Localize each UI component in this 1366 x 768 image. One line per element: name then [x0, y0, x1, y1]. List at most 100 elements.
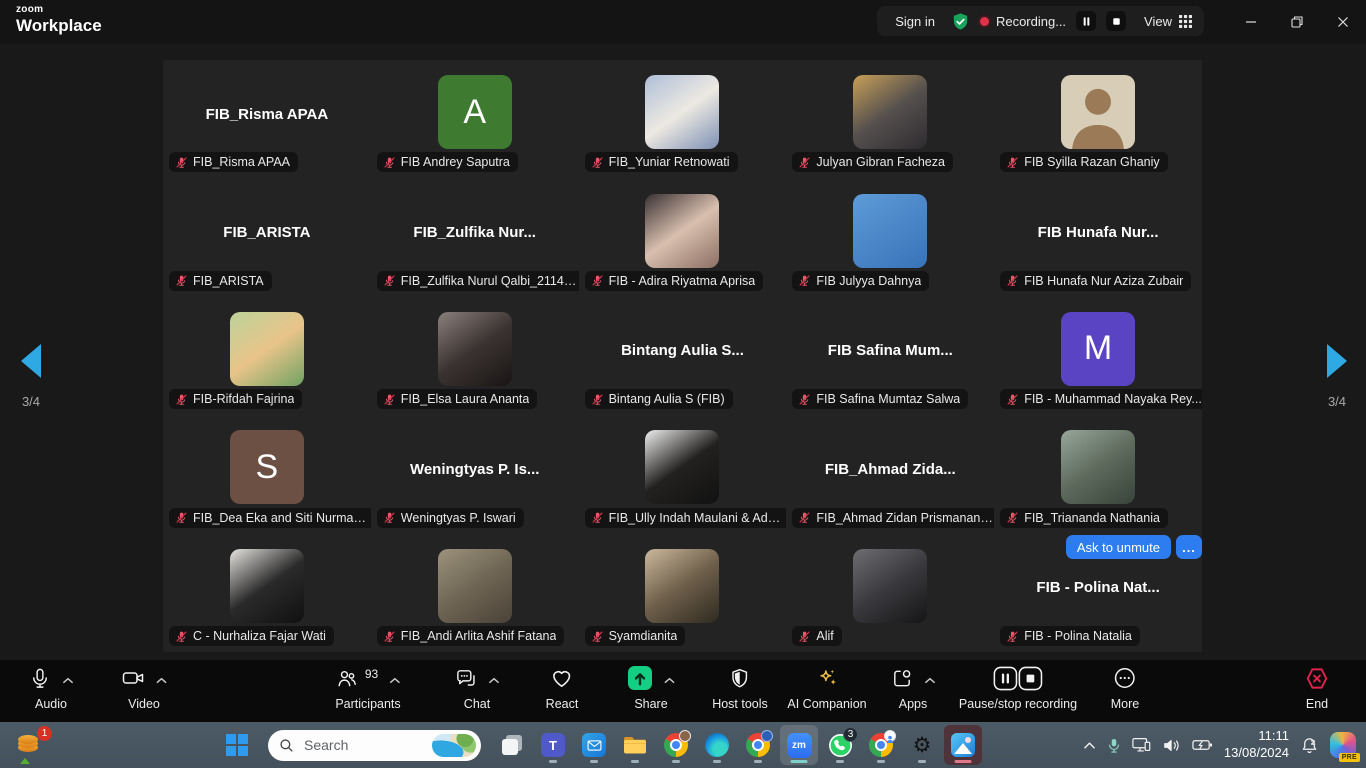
chrome-meet-taskbar-button[interactable] — [739, 725, 777, 765]
zoom-app-icon: zm — [787, 733, 812, 758]
sign-in-button[interactable]: Sign in — [889, 14, 941, 29]
search-highlight-image[interactable] — [432, 734, 476, 757]
participants-button[interactable]: 93Participants — [335, 667, 400, 711]
participant-nameplate: FIB_Ully Indah Maulani & Adel... — [585, 508, 787, 528]
end-button[interactable]: End — [1305, 667, 1330, 711]
host-tools-button[interactable]: Host tools — [712, 667, 768, 711]
participant-tile[interactable]: FIB_Ahmad Zida...FIB_Ahmad Zidan Prisman… — [786, 415, 994, 533]
next-page-button[interactable] — [1327, 344, 1347, 378]
more-label: More — [1111, 697, 1139, 711]
sparkles-icon — [815, 666, 839, 695]
participant-tile[interactable]: MFIB - Muhammad Nayaka Rey... — [994, 297, 1202, 415]
chrome-account-taskbar-button[interactable] — [862, 725, 900, 765]
chevron-up-icon[interactable] — [925, 677, 936, 684]
chevron-up-icon[interactable] — [664, 677, 675, 684]
participant-tile[interactable]: FIB_Ully Indah Maulani & Adel... — [579, 415, 787, 533]
taskbar-notification-icon[interactable]: 1 — [18, 729, 48, 761]
pause-recording-button[interactable] — [1076, 11, 1096, 31]
participant-tile[interactable]: FIB Safina Mum...FIB Safina Mumtaz Salwa — [786, 297, 994, 415]
mic-off-icon — [1006, 393, 1019, 406]
participant-nameplate: FIB Safina Mumtaz Salwa — [792, 389, 968, 409]
mic-off-icon — [175, 393, 188, 406]
participant-tile[interactable]: AFIB Andrey Saputra — [371, 60, 579, 178]
photos-taskbar-button[interactable] — [944, 725, 982, 765]
running-indicator — [590, 760, 598, 763]
chevron-up-icon[interactable] — [489, 677, 500, 684]
task-view-taskbar-button[interactable] — [493, 725, 531, 765]
participant-tile[interactable]: FIB - Adira Riyatma Aprisa — [579, 178, 787, 296]
participant-tile[interactable]: FIB_Elsa Laura Ananta — [371, 297, 579, 415]
participant-tile[interactable]: Alif — [786, 534, 994, 652]
mail-taskbar-button[interactable] — [575, 725, 613, 765]
avatar-letter: M — [1061, 312, 1135, 386]
participant-tile[interactable]: SFIB_Dea Eka and Siti Nurmasyi... — [163, 415, 371, 533]
edge-taskbar-button[interactable] — [698, 725, 736, 765]
share-button[interactable]: Share — [627, 667, 675, 711]
apps-label: Apps — [899, 697, 928, 711]
restore-button[interactable] — [1274, 0, 1320, 44]
stop-recording-button[interactable] — [1106, 11, 1126, 31]
search-input[interactable] — [302, 736, 416, 754]
settings-gear-taskbar-button[interactable]: ⚙ — [903, 725, 941, 765]
previous-page-button[interactable] — [21, 344, 41, 378]
participant-tile[interactable]: Julyan Gibran Facheza — [786, 60, 994, 178]
end-label: End — [1306, 697, 1328, 711]
ask-more-options-button[interactable]: ... — [1176, 535, 1202, 559]
participant-display-name: FIB_ARISTA — [223, 224, 310, 241]
participant-tile[interactable]: FIB Syilla Razan Ghaniy — [994, 60, 1202, 178]
mic-off-icon — [591, 156, 604, 169]
chrome-profile-taskbar-button[interactable] — [657, 725, 695, 765]
zoom-workplace-logo: zoom Workplace — [16, 5, 102, 34]
chevron-up-icon[interactable] — [389, 677, 400, 684]
tray-battery-icon[interactable] — [1192, 738, 1213, 752]
whatsapp-taskbar-button[interactable]: 3 — [821, 725, 859, 765]
react-button[interactable]: React — [546, 667, 579, 711]
taskbar-clock[interactable]: 11:11 13/08/2024 — [1224, 728, 1289, 762]
participant-tile[interactable]: FIB_Risma APAAFIB_Risma APAA — [163, 60, 371, 178]
participant-tile[interactable]: Syamdianita — [579, 534, 787, 652]
participant-tile[interactable]: FIB Hunafa Nur...FIB Hunafa Nur Aziza Zu… — [994, 178, 1202, 296]
ai-companion-button[interactable]: AI Companion — [787, 667, 866, 711]
minimize-button[interactable] — [1228, 0, 1274, 44]
ask-to-unmute-button[interactable]: Ask to unmute — [1066, 535, 1171, 559]
tray-volume-icon[interactable] — [1163, 738, 1181, 753]
mic-off-icon — [798, 393, 811, 406]
participant-tile[interactable]: FIB_Yuniar Retnowati — [579, 60, 787, 178]
mic-off-icon — [175, 274, 188, 287]
participant-tile[interactable]: FIB-Rifdah Fajrina — [163, 297, 371, 415]
notification-bell-icon[interactable] — [1300, 736, 1319, 755]
participant-tile[interactable]: FIB_Zulfika Nur...FIB_Zulfika Nurul Qalb… — [371, 178, 579, 296]
zoom-app-taskbar-button[interactable]: zm — [780, 725, 818, 765]
chat-button[interactable]: Chat — [455, 667, 500, 711]
taskbar-search[interactable] — [268, 730, 481, 761]
teams-taskbar-button[interactable]: T — [534, 725, 572, 765]
tray-microphone-icon[interactable] — [1107, 737, 1121, 754]
tray-chevron-up-icon[interactable] — [1083, 741, 1096, 750]
video-button[interactable]: Video — [121, 667, 167, 711]
avatar-photo — [438, 312, 512, 386]
start-button[interactable] — [218, 725, 256, 765]
participant-tile[interactable]: FIB Julyya Dahnya — [786, 178, 994, 296]
file-explorer-taskbar-button[interactable] — [616, 725, 654, 765]
apps-button[interactable]: Apps — [891, 667, 936, 711]
participant-name: FIB Safina Mumtaz Salwa — [816, 392, 960, 406]
security-shield-icon[interactable] — [951, 12, 970, 31]
participants-count-badge: 93 — [365, 667, 378, 681]
chevron-up-icon[interactable] — [63, 677, 74, 684]
participant-name: FIB_Dea Eka and Siti Nurmasyi... — [193, 511, 371, 525]
copilot-icon[interactable]: PRE — [1330, 732, 1356, 758]
audio-button[interactable]: Audio — [29, 667, 74, 711]
tray-display-icon[interactable] — [1132, 737, 1152, 753]
participant-tile[interactable]: Bintang Aulia S...Bintang Aulia S (FIB) — [579, 297, 787, 415]
chat-icon — [455, 667, 478, 695]
participant-tile[interactable]: FIB_Andi Arlita Ashif Fatana — [371, 534, 579, 652]
close-button[interactable] — [1320, 0, 1366, 44]
pause-stop-recording-button[interactable]: Pause/stop recording — [959, 667, 1077, 711]
more-button[interactable]: More — [1111, 667, 1139, 711]
chevron-up-icon[interactable] — [156, 677, 167, 684]
view-button[interactable]: View — [1144, 14, 1192, 29]
participant-tile[interactable]: FIB_ARISTAFIB_ARISTA — [163, 178, 371, 296]
participant-tile[interactable]: C - Nurhaliza Fajar Wati — [163, 534, 371, 652]
participant-tile[interactable]: FIB_Triananda Nathania — [994, 415, 1202, 533]
participant-tile[interactable]: Weningtyas P. Is...Weningtyas P. Iswari — [371, 415, 579, 533]
